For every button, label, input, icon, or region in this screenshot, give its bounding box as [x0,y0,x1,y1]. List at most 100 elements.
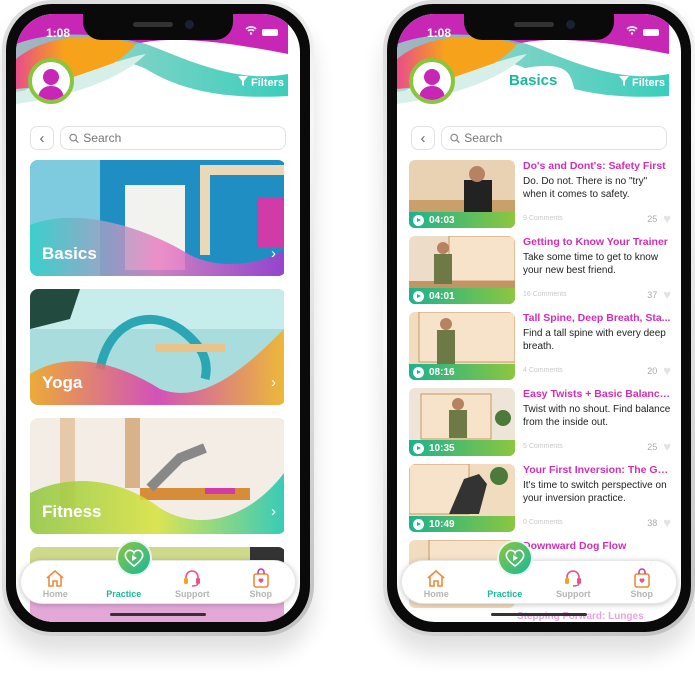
likes-count: 25 [647,213,658,224]
likes: 37 ♥ [647,287,671,302]
search-row: ‹ [411,126,667,150]
tab-support[interactable]: Support [162,567,222,599]
notch [83,14,233,40]
category-label: Fitness [42,502,102,521]
video-title[interactable]: Do's and Dont's: Safety First [523,160,671,172]
video-item[interactable]: 10:49 Your First Inversion: The Ga... It… [409,464,671,540]
search-input[interactable] [464,131,666,145]
video-thumbnail[interactable]: 10:35 [409,388,515,456]
video-list: 04:03 Do's and Dont's: Safety First Do. … [409,160,671,616]
tab-label: Support [175,589,210,599]
comments-count[interactable]: 0 Comments [523,519,563,526]
tab-label: Shop [249,589,273,599]
comments-count[interactable]: 16 Comments [523,291,567,298]
tab-home[interactable]: Home [25,567,85,599]
likes: 25 ♥ [647,439,671,454]
video-description: It's time to switch perspective on your … [523,480,667,504]
search-icon [69,133,79,143]
tab-bar: Home Practice Support Shop [401,560,677,604]
video-item[interactable]: 08:16 Tall Spine, Deep Breath, Sta... Fi… [409,312,671,388]
tab-label: Practice [106,589,142,599]
shopping-bag-icon [252,568,269,588]
back-button[interactable]: ‹ [30,126,54,150]
basics-screen: 1:08 Basics Filters ‹ Search 04:03 Do's … [397,14,681,622]
search-input[interactable] [83,131,285,145]
video-duration: 04:01 [429,290,455,302]
tab-label: Shop [630,589,654,599]
home-indicator [491,613,587,616]
video-title[interactable]: Your First Inversion: The Ga... [523,464,671,476]
tab-label: Practice [487,589,523,599]
video-title[interactable]: Downward Dog Flow [523,540,671,552]
video-title[interactable]: Easy Twists + Basic Balances [523,388,671,400]
comments-count[interactable]: 4 Comments [523,367,563,374]
profile-avatar[interactable] [409,58,455,104]
phone-bezel: 1:08 Filters ‹ Search Basics › Yoga › Fi… [6,4,310,632]
status-time: 1:08 [427,26,452,40]
search-row: ‹ [30,126,286,150]
video-title[interactable]: Tall Spine, Deep Breath, Sta... [523,312,671,324]
video-meta: 5 Comments 25 ♥ [523,439,671,454]
heart-icon[interactable]: ♥ [663,287,671,302]
duration-bar: 04:01 [409,288,515,304]
video-thumbnail[interactable]: 04:03 [409,160,515,228]
search-icon [450,133,460,143]
video-item[interactable]: 04:03 Do's and Dont's: Safety First Do. … [409,160,671,236]
filter-icon [618,76,629,89]
filters-button[interactable]: Filters [237,76,284,89]
chevron-left-icon: ‹ [39,129,45,147]
back-button[interactable]: ‹ [411,126,435,150]
video-meta: 0 Comments 38 ♥ [523,515,671,530]
heart-play-icon [124,549,144,567]
tab-label: Home [423,589,449,599]
video-thumbnail[interactable]: 04:01 [409,236,515,304]
duration-bar: 04:03 [409,212,515,228]
chevron-left-icon: ‹ [420,129,426,147]
category-card-fitness[interactable]: Fitness › [30,418,286,534]
heart-icon[interactable]: ♥ [663,363,671,378]
duration-bar: 08:16 [409,364,515,380]
comments-count[interactable]: 5 Comments [523,443,563,450]
tab-home[interactable]: Home [406,567,466,599]
tab-support[interactable]: Support [543,567,603,599]
video-info: Getting to Know Your Trainer Take some t… [523,236,671,312]
likes-count: 37 [647,289,658,300]
battery-icon [643,28,659,36]
phone-bezel: 1:08 Basics Filters ‹ Search 04:03 Do's … [387,4,691,632]
home-indicator [110,613,206,616]
tab-shop[interactable]: Shop [231,567,291,599]
video-description: Twist with no shout. Find balance from t… [523,404,671,428]
video-duration: 04:03 [429,214,455,226]
practice-fab[interactable] [116,540,152,576]
profile-avatar[interactable] [28,58,74,104]
video-thumbnail[interactable]: 10:49 [409,464,515,532]
status-icons [626,26,659,38]
video-item[interactable]: 10:35 Easy Twists + Basic Balances Twist… [409,388,671,464]
duration-bar: 10:35 [409,440,515,456]
heart-icon[interactable]: ♥ [663,515,671,530]
video-title[interactable]: Getting to Know Your Trainer [523,236,671,248]
heart-icon[interactable]: ♥ [663,211,671,226]
category-card-basics[interactable]: Basics › [30,160,286,276]
shopping-bag-icon [633,568,650,588]
tab-label: Home [42,589,68,599]
filters-button[interactable]: Filters [618,76,665,89]
search-field[interactable] [441,126,667,150]
search-field[interactable] [60,126,286,150]
heart-play-icon [505,549,525,567]
tab-shop[interactable]: Shop [612,567,672,599]
play-icon [413,290,424,302]
video-info: Your First Inversion: The Ga... It's tim… [523,464,671,540]
play-icon [413,366,424,378]
likes: 20 ♥ [647,363,671,378]
video-item[interactable]: 04:01 Getting to Know Your Trainer Take … [409,236,671,312]
likes: 25 ♥ [647,211,671,226]
practice-fab[interactable] [497,540,533,576]
video-thumbnail[interactable]: 08:16 [409,312,515,380]
heart-icon[interactable]: ♥ [663,439,671,454]
comments-count[interactable]: 9 Comments [523,215,563,222]
category-list: Basics › Yoga › Fitness › [30,160,286,622]
filter-icon [237,76,248,89]
category-card-yoga[interactable]: Yoga › [30,289,286,405]
likes-count: 38 [647,517,658,528]
